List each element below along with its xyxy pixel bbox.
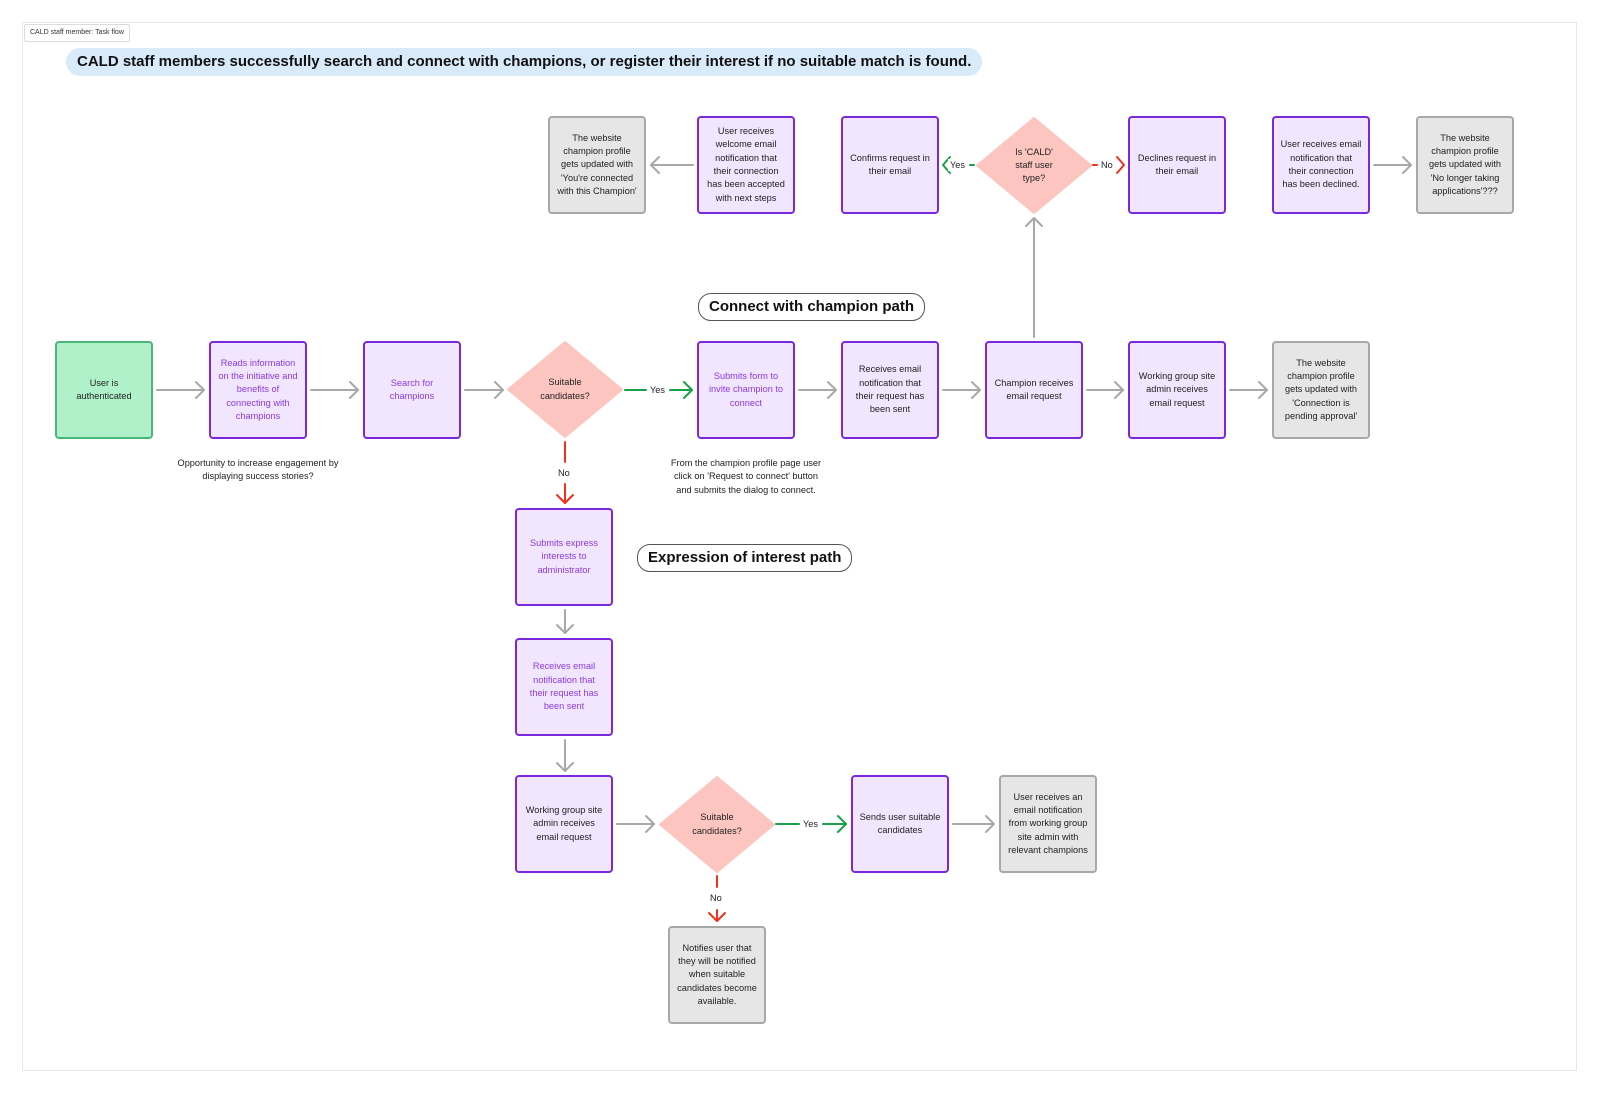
arrow-sends-to-user-receives (952, 815, 995, 833)
node-text: Submits form to invite champion to conne… (708, 371, 784, 408)
node-text: Submits express interests to administrat… (530, 538, 598, 575)
node-text: Confirms request in their email (850, 152, 930, 176)
expression-path-label: Expression of interest path (637, 544, 853, 572)
node-confirms-request[interactable]: Confirms request in their email (841, 116, 939, 214)
edge-label-no: No (708, 892, 724, 904)
node-text: The website champion profile gets update… (557, 132, 637, 196)
node-admin-receives-2[interactable]: Working group site admin receives email … (515, 775, 613, 873)
node-text: The website champion profile gets update… (1428, 132, 1502, 196)
arrow-receives-to-admin (556, 739, 574, 772)
decision-suitable-candidates-2[interactable]: Suitable candidates? (659, 776, 775, 873)
node-receives-email-sent[interactable]: Receives email notification that their r… (841, 341, 939, 439)
node-profile-pending[interactable]: The website champion profile gets update… (1272, 341, 1370, 439)
node-text: Working group site admin receives email … (1138, 371, 1216, 408)
node-submits-express-interest[interactable]: Submits express interests to administrat… (515, 508, 613, 606)
decision-text: Suitable candidates? (692, 812, 742, 836)
node-profile-no-longer[interactable]: The website champion profile gets update… (1416, 116, 1514, 214)
node-text: User receives an email notification from… (1008, 791, 1088, 855)
arrow-submits-to-receives (798, 381, 837, 399)
node-text: Notifies user that they will be notified… (677, 942, 757, 1006)
arrow-champion-to-cald-decision (1025, 217, 1043, 338)
node-sends-candidates[interactable]: Sends user suitable candidates (851, 775, 949, 873)
arrow-welcome-to-connected (650, 156, 694, 174)
node-user-authenticated[interactable]: User is authenticated (55, 341, 153, 439)
node-text: Receives email notification that their r… (529, 661, 599, 712)
arrow-reads-to-search (310, 381, 359, 399)
decision-is-cald-staff[interactable]: Is 'CALD' staff user type? (976, 117, 1092, 214)
node-submits-form[interactable]: Submits form to invite champion to conne… (697, 341, 795, 439)
edge-label-no: No (1099, 159, 1115, 171)
node-text: Search for champions (389, 377, 435, 401)
node-reads-information[interactable]: Reads information on the initiative and … (209, 341, 307, 439)
decision-text: Is 'CALD' staff user type? (1015, 146, 1053, 184)
node-text: The website champion profile gets update… (1284, 357, 1358, 421)
node-champion-receives[interactable]: Champion receives email request (985, 341, 1083, 439)
node-text: User is authenticated (76, 377, 132, 401)
arrow-admin-to-pending (1229, 381, 1268, 399)
arrow-receives-to-champion (942, 381, 981, 399)
connect-path-label: Connect with champion path (698, 293, 925, 321)
node-notifies-user[interactable]: Notifies user that they will be notified… (668, 926, 766, 1024)
note-request-to-connect: From the champion profile page user clic… (670, 458, 822, 495)
node-text: User receives email notification that th… (1280, 139, 1362, 190)
decision-text: Suitable candidates? (540, 377, 590, 401)
node-text: User receives welcome email notification… (707, 126, 785, 203)
edge-label-no: No (556, 467, 572, 479)
edge-label-yes: Yes (648, 384, 667, 396)
node-admin-receives-1[interactable]: Working group site admin receives email … (1128, 341, 1226, 439)
arrow-admin-to-decision2 (616, 815, 655, 833)
node-user-receives-relevant[interactable]: User receives an email notification from… (999, 775, 1097, 873)
arrow-auth-to-reads (156, 381, 205, 399)
arrow-search-to-decision (464, 381, 504, 399)
node-text: Declines request in their email (1137, 152, 1217, 176)
node-text: Working group site admin receives email … (525, 805, 603, 842)
node-text: Sends user suitable candidates (859, 811, 941, 835)
arrow-express-to-receives (556, 609, 574, 634)
note-engagement: Opportunity to increase engagement by di… (177, 458, 339, 482)
node-text: Reads information on the initiative and … (218, 357, 298, 421)
decision-suitable-candidates-1[interactable]: Suitable candidates? (507, 341, 623, 438)
arrow-champion-to-admin (1086, 381, 1124, 399)
node-profile-connected[interactable]: The website champion profile gets update… (548, 116, 646, 214)
node-welcome-email[interactable]: User receives welcome email notification… (697, 116, 795, 214)
node-declined-email[interactable]: User receives email notification that th… (1272, 116, 1370, 214)
node-search-champions[interactable]: Search for champions (363, 341, 461, 439)
edge-label-yes: Yes (948, 159, 967, 171)
node-receives-email-sent-2[interactable]: Receives email notification that their r… (515, 638, 613, 736)
node-text: Receives email notification that their r… (855, 364, 925, 415)
edge-label-yes: Yes (801, 818, 820, 830)
node-text: Champion receives email request (994, 377, 1074, 401)
node-declines-request[interactable]: Declines request in their email (1128, 116, 1226, 214)
arrow-declined-to-no-longer (1373, 156, 1412, 174)
